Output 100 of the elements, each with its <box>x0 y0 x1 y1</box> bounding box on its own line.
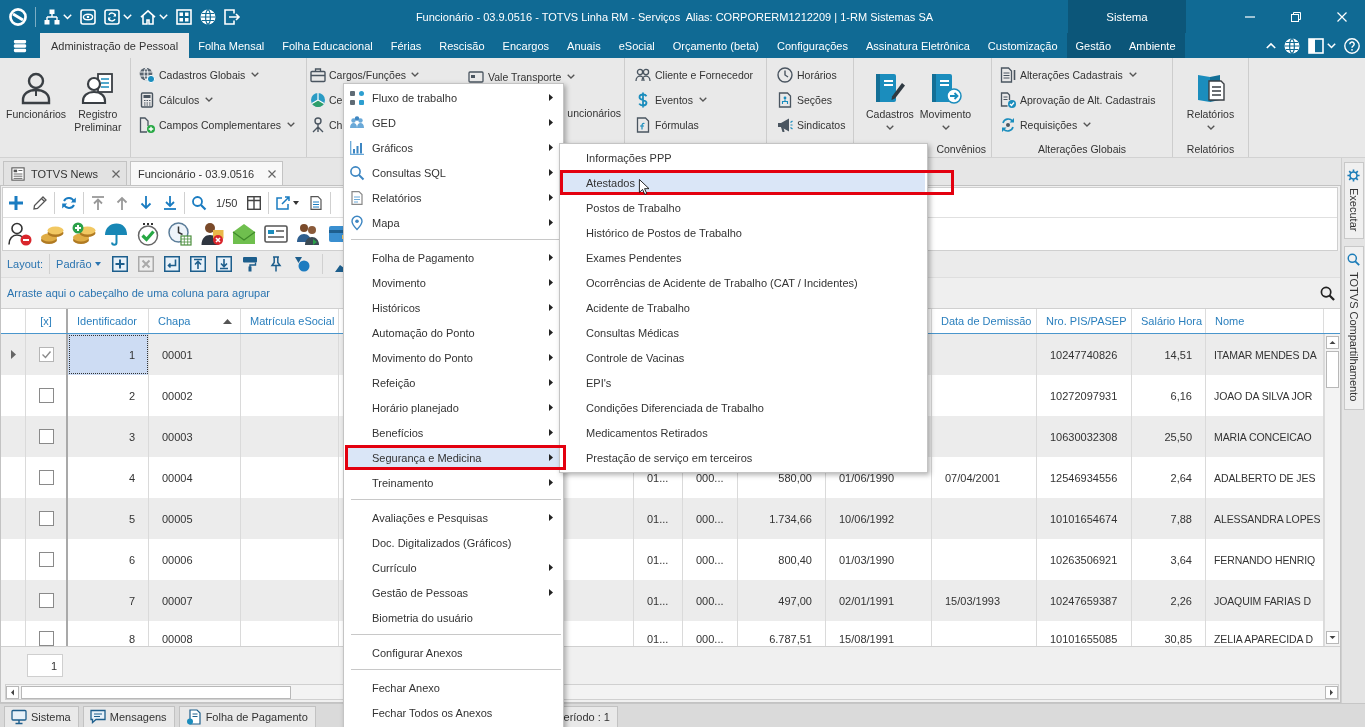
close-icon[interactable] <box>112 169 121 178</box>
ribbon-tab[interactable]: Encargos <box>493 33 559 58</box>
layout-dropdown[interactable]: Padrão <box>56 257 101 271</box>
menu-item[interactable]: Informações PPP <box>562 145 925 170</box>
arrow-up-icon[interactable] <box>115 195 129 210</box>
caret-down-icon[interactable] <box>1327 42 1336 49</box>
ribbon-tab[interactable]: Folha Mensal <box>189 33 274 58</box>
menu-item[interactable]: Gráficos <box>346 135 561 160</box>
menu-item[interactable]: Ocorrências de Acidente de Trabalho (CAT / Incidentes) <box>562 270 925 295</box>
ribbon-button[interactable]: Relatórios <box>1186 62 1235 130</box>
envelope-icon[interactable] <box>232 222 256 246</box>
ribbon-button[interactable]: Campos Complementares <box>139 112 295 137</box>
restore-icon[interactable] <box>1291 11 1301 22</box>
ribbon-button[interactable]: Sindicatos <box>777 112 846 137</box>
ribbon-button[interactable]: Cadastros Globais <box>139 62 260 87</box>
menu-item[interactable]: Relatórios <box>346 185 561 210</box>
shapes-icon[interactable] <box>293 256 310 272</box>
menu-item[interactable]: Automação do Ponto <box>346 320 561 345</box>
ribbon-tab[interactable]: Rescisão <box>430 33 494 58</box>
column-header[interactable]: Chapa <box>149 309 241 333</box>
menu-item[interactable]: Exames Pendentes <box>562 245 925 270</box>
menu-item[interactable]: Movimento do Ponto <box>346 345 561 370</box>
globe-icon[interactable] <box>1284 37 1300 54</box>
people-icon[interactable] <box>296 222 320 246</box>
exit-icon[interactable] <box>224 8 240 25</box>
checkbox[interactable] <box>38 347 54 362</box>
grid-icon[interactable] <box>176 8 192 25</box>
scroll-right-icon[interactable] <box>1325 685 1338 699</box>
document-tab[interactable]: Funcionário - 03.9.0516 <box>130 161 284 185</box>
menu-item[interactable]: Currículo <box>346 555 561 580</box>
ribbon-button[interactable]: Cadastros <box>866 62 914 130</box>
menu-item[interactable]: Históricos <box>346 295 561 320</box>
eye-icon[interactable] <box>80 8 96 25</box>
scrollbar-thumb[interactable] <box>1326 351 1339 388</box>
ribbon-tab[interactable]: Gestão <box>1066 33 1121 58</box>
ribbon-button[interactable]: Requisições <box>1000 112 1092 137</box>
ribbon-button[interactable]: Funcionários <box>6 62 67 121</box>
menu-item[interactable]: Medicamentos Retirados <box>562 420 925 445</box>
menu-item[interactable]: Consultas SQL <box>346 160 561 185</box>
ribbon-button[interactable]: Eventos <box>635 87 707 112</box>
scroll-down-icon[interactable] <box>1326 631 1339 644</box>
menu-item[interactable]: Postos de Trabalho <box>562 195 925 220</box>
columns-icon[interactable] <box>247 195 262 210</box>
ribbon-button[interactable]: Horários <box>777 62 837 87</box>
paint-roller-icon[interactable] <box>241 256 258 272</box>
menu-item[interactable]: Controle de Vacinas <box>562 345 925 370</box>
arrow-to-bottom-icon[interactable] <box>163 195 177 210</box>
clock-calendar-icon[interactable] <box>168 222 192 246</box>
ribbon-button[interactable]: Seções <box>777 87 833 112</box>
scroll-up-icon[interactable] <box>1326 336 1339 349</box>
enter-box-icon[interactable] <box>163 256 180 272</box>
coins-plus-icon[interactable] <box>72 222 96 246</box>
menu-item[interactable]: Histórico de Postos de Trabalho <box>562 220 925 245</box>
ribbon-tab[interactable]: Orçamento (beta) <box>663 33 768 58</box>
ribbon-tab[interactable]: Administração de Pessoal <box>40 33 190 58</box>
document-tab[interactable]: TOTVS News <box>3 161 128 185</box>
menu-item[interactable]: GED <box>346 110 561 135</box>
menu-item[interactable]: Acidente de Trabalho <box>562 295 925 320</box>
down-box-icon[interactable] <box>215 256 232 272</box>
menu-item[interactable]: Refeição <box>346 370 561 395</box>
export-icon[interactable] <box>276 195 291 210</box>
caret-down-icon[interactable] <box>123 13 132 20</box>
menu-item[interactable]: Benefícios <box>346 420 561 445</box>
column-header[interactable]: Matrícula eSocial <box>241 309 339 333</box>
side-panel-tab[interactable]: TOTVS Compartilhamento <box>1343 246 1364 410</box>
document-icon[interactable] <box>309 195 324 210</box>
column-header[interactable]: Identificador <box>68 309 149 333</box>
ribbon-tab[interactable]: Customização <box>978 33 1067 58</box>
caret-down-icon[interactable] <box>63 13 72 20</box>
column-header[interactable]: Data de Demissão <box>932 309 1037 333</box>
ribbon-tab[interactable]: Férias <box>381 33 431 58</box>
id-card-icon[interactable] <box>264 222 288 246</box>
layout-icon[interactable] <box>1308 37 1324 54</box>
globe-icon[interactable] <box>200 8 216 25</box>
ribbon-tab[interactable]: Anuais <box>558 33 610 58</box>
search-icon[interactable] <box>1320 285 1335 301</box>
menu-item[interactable]: Gestão de Pessoas <box>346 580 561 605</box>
ribbon-tab[interactable]: Ambiente <box>1120 33 1185 58</box>
menu-item[interactable]: Fechar Anexo <box>346 675 561 700</box>
ribbon-button[interactable]: uncionários <box>567 100 621 125</box>
caret-up-icon[interactable] <box>1266 42 1276 49</box>
checkbox[interactable] <box>38 552 54 567</box>
column-header[interactable]: Nro. PIS/PASEP <box>1037 309 1132 333</box>
umbrella-icon[interactable] <box>104 222 128 246</box>
pencil-icon[interactable] <box>33 195 47 210</box>
ribbon-tab[interactable]: Configurações <box>767 33 857 58</box>
status-tab[interactable]: Sistema <box>4 706 79 727</box>
checkbox[interactable] <box>38 470 54 485</box>
ribbon-button[interactable]: Movimento <box>919 62 972 130</box>
ribbon-button[interactable]: Ce <box>310 87 343 112</box>
person-minus-icon[interactable] <box>8 222 32 246</box>
person-x-icon[interactable] <box>200 222 224 246</box>
menu-item[interactable]: Avaliações e Pesquisas <box>346 505 561 530</box>
ribbon-tab[interactable]: eSocial <box>609 33 664 58</box>
close-icon[interactable] <box>268 169 277 178</box>
ribbon-button[interactable]: Ch <box>310 112 343 137</box>
arrow-down-icon[interactable] <box>139 195 153 210</box>
menu-icon[interactable] <box>13 38 27 53</box>
minimize-icon[interactable] <box>1245 15 1255 18</box>
menu-item[interactable]: Mapa <box>346 210 561 235</box>
